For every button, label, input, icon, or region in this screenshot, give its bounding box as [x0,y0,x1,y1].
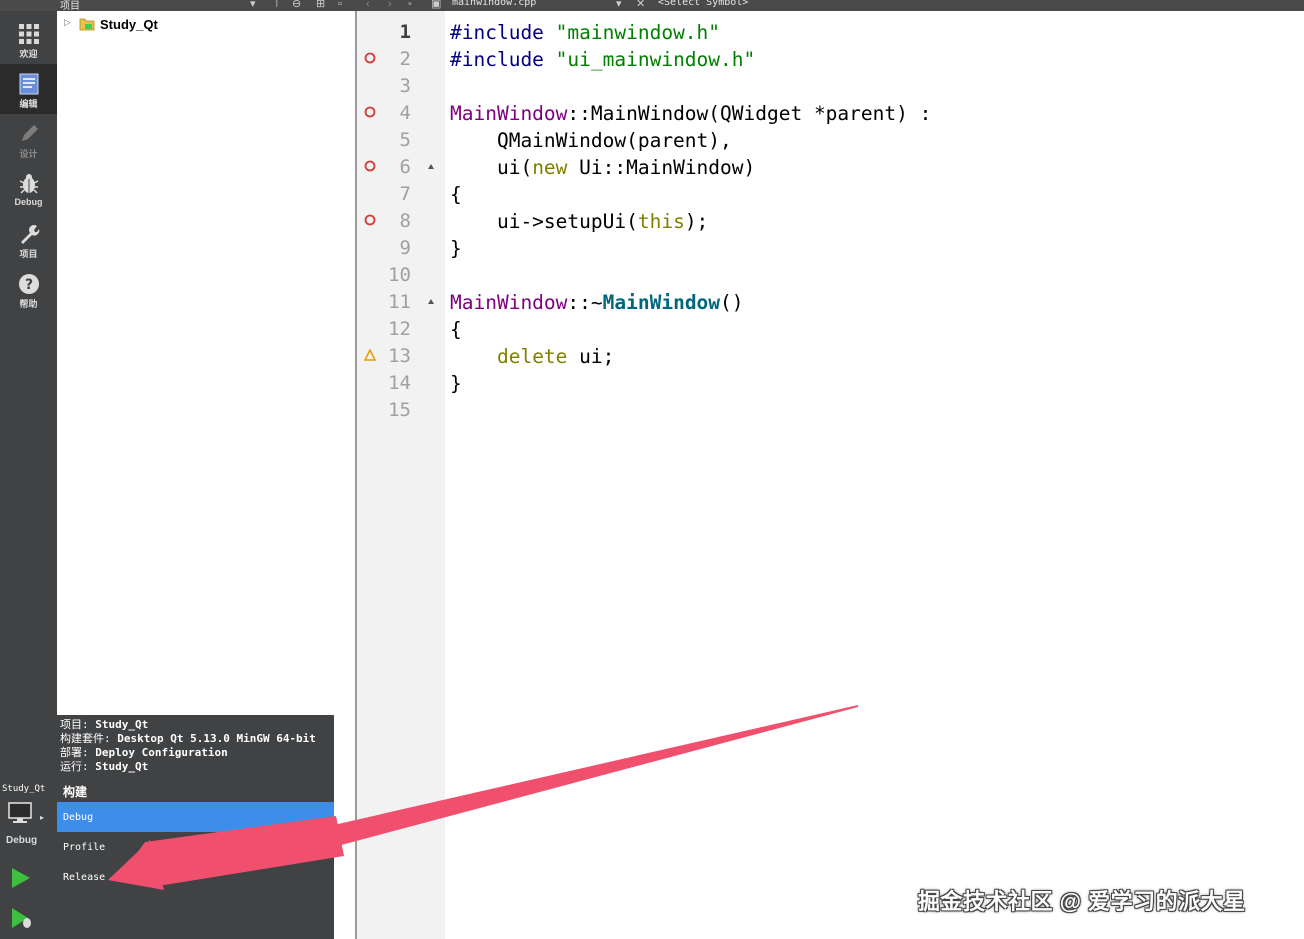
line-number: 11 [388,291,411,313]
mode-projects[interactable]: 项目 [0,214,57,264]
line-number: 7 [399,183,411,205]
debug-run-button[interactable] [10,906,34,935]
document-icon [19,73,38,95]
expand-arrow-icon[interactable]: ▷ [64,17,71,28]
build-option-profile[interactable]: Profile [57,832,334,862]
mode-design[interactable]: 设计 [0,114,57,164]
build-option-release[interactable]: Release [57,862,334,892]
watermark-text: 掘金技术社区 @ 爱学习的派大星 [918,889,1246,914]
kit-target-button[interactable] [8,802,34,831]
code-line[interactable]: { [450,181,462,208]
open-file-name[interactable]: mainwindow.cpp [452,0,536,8]
help-icon: ? [18,274,39,294]
line-number: 3 [399,75,411,97]
fold-marker-icon[interactable] [428,299,434,304]
line-number: 1 [399,21,411,43]
mode-label: 帮助 [19,299,38,309]
kit-run-value: Study_Qt [95,760,149,773]
build-option-label: Debug [63,812,94,823]
line-number: 14 [388,372,411,394]
mode-label: Debug [14,197,43,207]
mode-debug[interactable]: Debug [0,164,57,214]
qt-project-folder-icon [79,18,95,31]
line-number: 10 [388,264,411,286]
target-config-label: Debug [6,835,38,846]
code-line[interactable]: } [450,235,462,262]
expand-arrow-icon[interactable]: ▸ [40,813,44,822]
symbol-selector[interactable]: <Select Symbol> [658,0,748,8]
code-line[interactable]: #include "ui_mainwindow.h" [450,46,755,73]
lock-icon: ▪ [408,0,412,10]
forward-icon[interactable]: › [388,0,392,10]
build-option-debug[interactable]: Debug [57,802,334,832]
mode-edit[interactable]: 编辑 [0,64,57,114]
code-line[interactable]: ui->setupUi(this); [450,208,708,235]
code-line[interactable]: #include "mainwindow.h" [450,19,720,46]
filter-icon[interactable]: ⊤ [272,0,282,10]
back-icon[interactable]: ‹ [366,0,370,10]
cpp-file-icon: ▣ [431,0,442,10]
tree-item-study-qt[interactable]: ▷ Study_Qt [57,15,355,33]
kit-selector-popup: 项目: Study_Qt 构建套件: Desktop Qt 5.13.0 Min… [57,715,334,939]
kit-deploy-value: Deploy Configuration [95,746,228,759]
file-dropdown-icon[interactable]: ▾ [616,0,622,10]
grid-icon [18,24,39,44]
mode-welcome[interactable]: 欢迎 [0,14,57,64]
kit-project-row: 项目: Study_Qt [60,718,148,732]
build-option-label: Release [63,872,106,883]
dropdown-icon[interactable]: ▾ [250,0,256,10]
kit-run-row: 运行: Study_Qt [60,760,148,774]
top-toolbar: 项目 ▾ ⊤ ⊖ ⊞ ▫ ‹ › ▪ ▣ mainwindow.cpp ▾ ✕ … [0,0,1304,11]
breakpoint-marker-icon[interactable] [364,52,376,64]
mode-label: 编辑 [19,99,38,109]
build-heading: 构建 [63,785,88,799]
code-line[interactable]: MainWindow::~MainWindow() [450,289,744,316]
code-line[interactable]: MainWindow::MainWindow(QWidget *parent) … [450,100,931,127]
code-line[interactable]: } [450,370,462,397]
run-icon [12,868,30,888]
kit-deploy-label: 部署: [60,746,89,759]
kit-run-label: 运行: [60,760,89,773]
line-number: 9 [399,237,411,259]
tree-item-label: Study_Qt [100,17,158,32]
kit-deploy-row: 部署: Deploy Configuration [60,746,228,760]
line-number: 12 [388,318,411,340]
code-line[interactable]: ui(new Ui::MainWindow) [450,154,755,181]
link-icon[interactable]: ⊖ [292,0,301,10]
project-view-label[interactable]: 项目 [60,0,80,11]
fold-marker-icon[interactable] [428,164,434,169]
kit-kit-row: 构建套件: Desktop Qt 5.13.0 MinGW 64-bit [60,732,316,746]
mode-help[interactable]: ? 帮助 [0,264,57,314]
breakpoint-marker-icon[interactable] [364,214,376,226]
warning-icon[interactable] [364,349,376,361]
kit-project-label: 项目: [60,718,89,731]
close-pane-icon[interactable]: ▫ [338,0,342,10]
build-option-label: Profile [63,842,106,853]
mode-label: 项目 [19,249,38,259]
line-number: 5 [399,129,411,151]
code-line[interactable]: { [450,316,462,343]
kit-project-value: Study_Qt [95,718,149,731]
breakpoint-marker-icon[interactable] [364,106,376,118]
run-button[interactable] [10,866,32,895]
breakpoint-marker-icon[interactable] [364,160,376,172]
split-icon[interactable]: ⊞ [316,0,325,10]
monitor-icon [8,802,32,823]
code-line[interactable]: QMainWindow(parent), [450,127,732,154]
bug-icon [19,174,38,194]
kit-kit-value: Desktop Qt 5.13.0 MinGW 64-bit [117,732,316,745]
mode-label: 设计 [19,149,38,159]
pencil-icon [21,125,38,141]
kit-kit-label: 构建套件: [60,732,111,745]
target-selector: Study_Qt ▸ Debug [0,780,57,939]
target-project-name: Study_Qt [2,784,46,794]
svg-text:?: ? [24,277,32,293]
code-line[interactable]: delete ui; [450,343,614,370]
mode-label: 欢迎 [19,49,38,59]
close-file-icon[interactable]: ✕ [636,0,645,10]
debug-run-icon [12,908,31,928]
line-number: 15 [388,399,411,421]
wrench-icon [20,225,39,244]
